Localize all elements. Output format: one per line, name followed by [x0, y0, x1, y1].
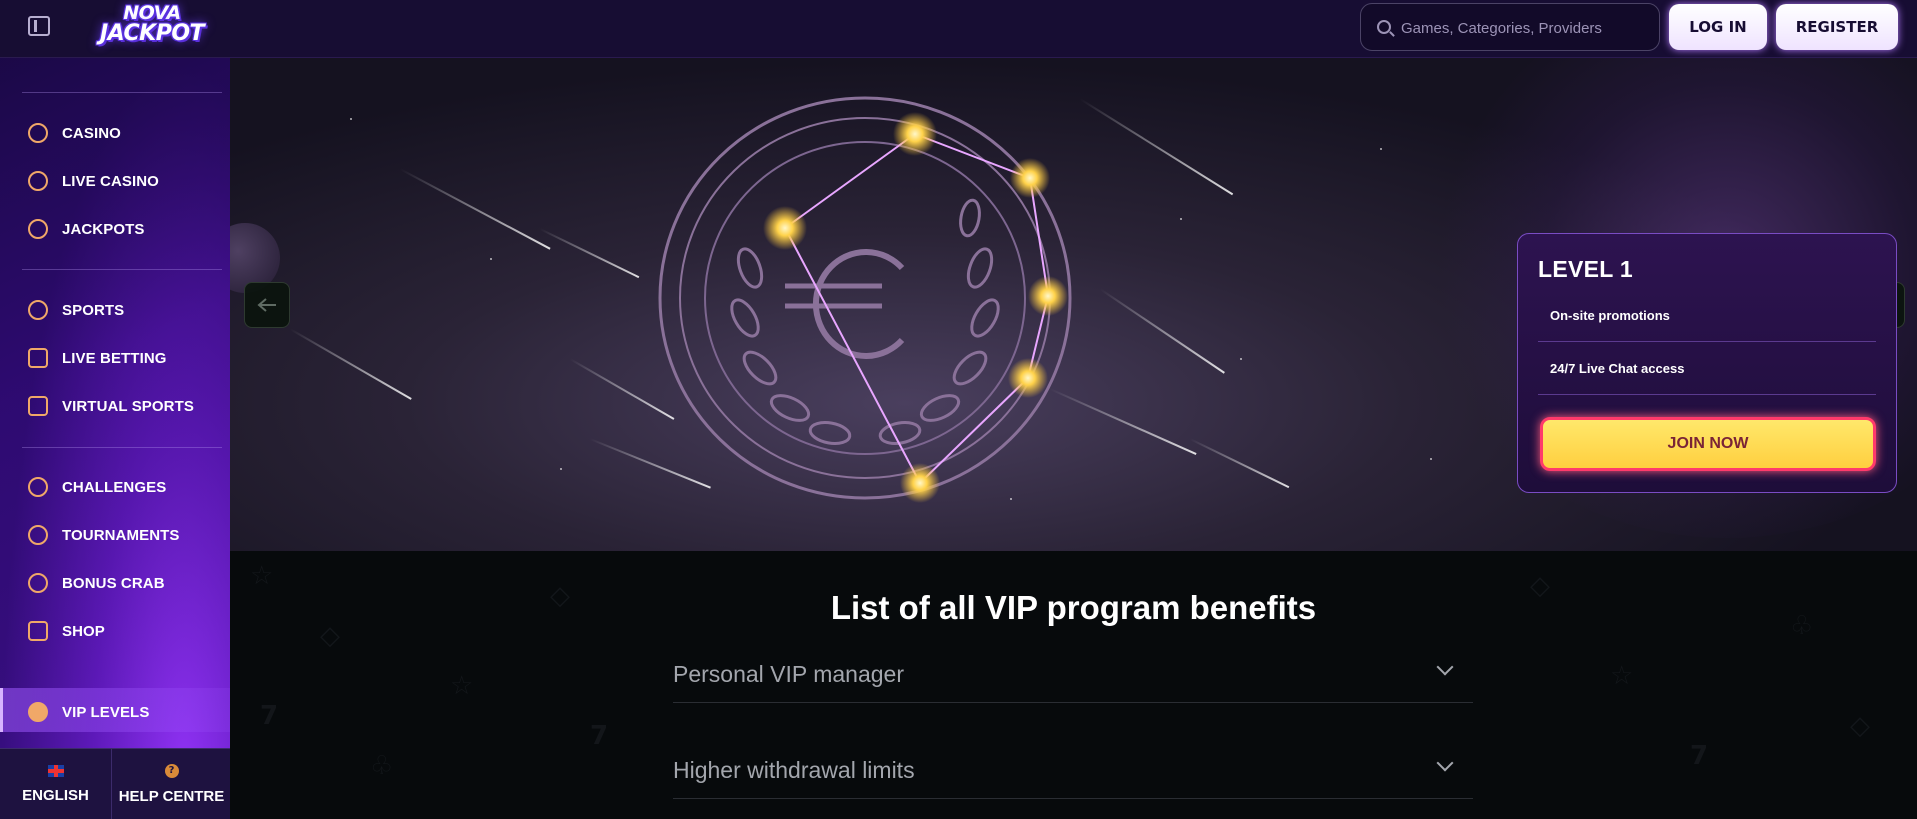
star-decoration	[1380, 148, 1382, 150]
sidebar-item-tournaments[interactable]: TOURNAMENTS	[28, 520, 218, 550]
search-icon	[1377, 20, 1391, 34]
star-decoration	[350, 118, 352, 120]
level-title: LEVEL 1	[1538, 256, 1633, 282]
sidebar-item-live-betting[interactable]: LIVE BETTING	[28, 343, 218, 373]
seven-icon	[28, 219, 48, 239]
play-icon	[28, 348, 48, 368]
meteor-streak	[1099, 288, 1225, 374]
help-label: HELP CENTRE	[118, 788, 225, 805]
sidebar-item-label: SHOP	[62, 622, 105, 640]
search-input[interactable]	[1401, 17, 1651, 39]
pattern-decoration: 7	[1690, 741, 1709, 771]
faq-label: Higher withdrawal limits	[673, 757, 915, 783]
uk-flag-icon	[47, 765, 64, 777]
arrow-left-icon	[257, 298, 276, 312]
sidebar-item-label: VIP LEVELS	[62, 703, 150, 721]
pattern-decoration: ♧	[370, 751, 394, 781]
vip-hero-banner: LEVEL 1 On-site promotions 24/7 Live Cha…	[230, 58, 1917, 551]
casino-chip-icon	[28, 123, 48, 143]
sidebar-item-virtual-sports[interactable]: VIRTUAL SPORTS	[28, 391, 218, 421]
search-box[interactable]	[1360, 3, 1660, 51]
level-card: LEVEL 1 On-site promotions 24/7 Live Cha…	[1517, 233, 1897, 493]
gamepad-icon	[28, 396, 48, 416]
level-benefit-item: On-site promotions	[1538, 290, 1876, 342]
shop-icon	[28, 621, 48, 641]
pattern-decoration: ☆	[1610, 661, 1634, 691]
sidebar-divider	[22, 92, 222, 93]
sidebar-item-sports[interactable]: SPORTS	[28, 295, 218, 325]
euro-coin-illustration	[658, 96, 1072, 503]
meteor-streak	[1189, 438, 1290, 489]
star-decoration	[1240, 358, 1242, 360]
sidebar-item-label: TOURNAMENTS	[62, 526, 180, 544]
language-selector[interactable]: ENGLISH	[0, 749, 112, 819]
help-centre-link[interactable]: ? HELP CENTRE	[113, 749, 230, 819]
nova-jackpot-logo[interactable]: NOVA JACKPOT	[84, 2, 220, 48]
star-decoration	[1180, 218, 1182, 220]
pattern-decoration: ◇	[1850, 711, 1870, 741]
meteor-streak	[289, 328, 412, 400]
meteor-streak	[539, 228, 640, 279]
faq-label: Personal VIP manager	[673, 661, 904, 687]
star-decoration	[490, 258, 492, 260]
sidebar-item-jackpots[interactable]: JACKPOTS	[28, 214, 218, 244]
chevron-down-icon	[1436, 754, 1454, 772]
spade-icon	[28, 171, 48, 191]
register-button[interactable]: REGISTER	[1776, 4, 1898, 50]
faq-item-higher-withdrawal-limits[interactable]: Higher withdrawal limits	[673, 743, 1473, 799]
section-title: List of all VIP program benefits	[830, 589, 1317, 626]
login-button[interactable]: LOG IN	[1669, 4, 1767, 50]
carousel-prev-button[interactable]	[244, 282, 290, 328]
sidebar-item-label: CHALLENGES	[62, 478, 167, 496]
ball-icon	[28, 300, 48, 320]
sidebar-divider	[22, 269, 222, 270]
sidebar: CASINO LIVE CASINO JACKPOTS SPORTS LIVE …	[0, 58, 230, 819]
top-header: NOVA JACKPOT LOG IN REGISTER	[0, 0, 1917, 58]
faq-item-personal-vip-manager[interactable]: Personal VIP manager	[673, 647, 1473, 703]
chevron-down-icon	[1436, 658, 1454, 676]
sidebar-footer: ENGLISH ? HELP CENTRE	[0, 748, 230, 819]
sidebar-item-label: LIVE CASINO	[62, 172, 159, 190]
pattern-decoration: 7	[260, 701, 279, 731]
sidebar-item-label: LIVE BETTING	[62, 349, 167, 367]
logo-line-2: JACKPOT	[99, 21, 205, 46]
sidebar-item-shop[interactable]: SHOP	[28, 616, 218, 646]
pattern-decoration: ☆	[250, 561, 274, 591]
vip-benefits-section: ☆ ◇ 7 ♧ ☆ ◇ 7 ◇ ☆ 7 ♧ ◇ List of all VIP …	[230, 551, 1917, 819]
sidebar-item-label: BONUS CRAB	[62, 574, 165, 592]
trophy-icon	[28, 525, 48, 545]
sidebar-toggle-icon[interactable]	[28, 16, 50, 36]
star-decoration	[1430, 458, 1432, 460]
help-icon: ?	[164, 764, 179, 778]
sidebar-item-challenges[interactable]: CHALLENGES	[28, 472, 218, 502]
sidebar-item-bonus-crab[interactable]: BONUS CRAB	[28, 568, 218, 598]
sidebar-item-label: VIRTUAL SPORTS	[62, 397, 194, 415]
sidebar-item-label: JACKPOTS	[62, 220, 145, 238]
crab-icon	[28, 573, 48, 593]
language-label: ENGLISH	[22, 787, 89, 804]
star-decoration	[560, 468, 562, 470]
meteor-streak	[399, 168, 551, 250]
medal-icon	[28, 477, 48, 497]
sidebar-item-casino[interactable]: CASINO	[28, 118, 218, 148]
sidebar-item-live-casino[interactable]: LIVE CASINO	[28, 166, 218, 196]
diamond-icon	[28, 702, 48, 722]
pattern-decoration: 7	[590, 721, 609, 751]
sidebar-item-label: CASINO	[62, 124, 121, 142]
sidebar-item-label: SPORTS	[62, 301, 125, 319]
logo-line-1: NOVA	[123, 2, 181, 24]
sidebar-divider	[22, 447, 222, 448]
join-now-button[interactable]: JOIN NOW	[1540, 417, 1876, 471]
meteor-streak	[1079, 98, 1234, 196]
sidebar-item-vip-levels[interactable]: VIP LEVELS	[28, 697, 218, 727]
pattern-decoration: ☆	[450, 671, 474, 701]
level-benefit-item: 24/7 Live Chat access	[1538, 343, 1876, 395]
